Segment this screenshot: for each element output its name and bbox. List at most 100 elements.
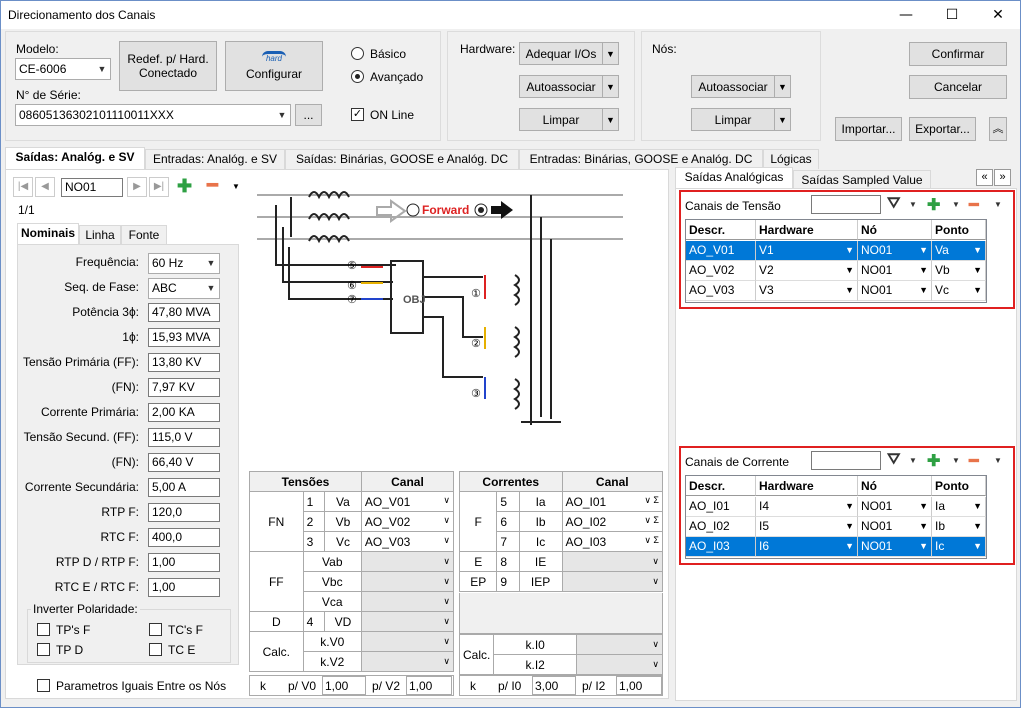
adequar-button[interactable]: Adequar I/Os ▼ [519,42,619,65]
table-cell[interactable]: NO01 ▼ [858,241,932,261]
column-header[interactable]: Hardware [756,476,858,496]
autoassociar-hw-button[interactable]: Autoassociar ▼ [519,75,619,98]
param-input[interactable]: 15,93 MVA [148,328,220,347]
table-cell[interactable]: AO_V01 [686,241,756,261]
param-input[interactable]: ABC ▼ [148,278,220,299]
tensao-filter-input[interactable] [811,195,881,214]
tab-entradas-analog[interactable]: Entradas: Analóg. e SV [145,149,285,169]
collapse-up-icon[interactable]: ︽ [989,117,1007,141]
table-cell[interactable]: NO01 ▼ [858,497,932,517]
chevron-down-icon[interactable]: ▼ [994,456,1002,465]
vbc-channel-select[interactable]: ∨ [360,571,455,592]
subtab-fonte[interactable]: Fonte [121,225,167,245]
confirmar-button[interactable]: Confirmar [909,42,1007,66]
reverse-radio[interactable] [406,203,420,217]
ia-channel-select[interactable]: AO_I01 ∨ Σ [561,491,664,512]
tab-logicas[interactable]: Lógicas [763,149,819,169]
remove-node-icon[interactable]: ━ [207,175,218,196]
chevron-down-icon[interactable]: ▼ [994,200,1002,209]
limpar-hw-button[interactable]: Limpar ▼ [519,108,619,131]
table-cell[interactable]: Vb ▼ [932,261,986,281]
limpar-nos-button[interactable]: Limpar ▼ [691,108,791,131]
scroll-left-icon[interactable]: « [976,169,993,186]
table-cell[interactable]: AO_V03 [686,281,756,301]
column-header[interactable]: Descr. [686,476,756,496]
vb-channel-select[interactable]: AO_V02 ∨ [360,511,455,532]
subtab-nominais[interactable]: Nominais [17,223,79,245]
modelo-select[interactable]: CE-6006 ▼ [15,58,111,80]
iep-channel-select[interactable]: ∨ [561,571,664,592]
table-cell[interactable]: Va ▼ [932,241,986,261]
chevron-down-icon[interactable]: ▼ [909,456,917,465]
tab-sampled-value[interactable]: Saídas Sampled Value [793,170,931,190]
next-icon[interactable]: ▶ [127,177,147,197]
column-header[interactable]: Nó [858,476,932,496]
corrente-filter-input[interactable] [811,451,881,470]
table-cell[interactable]: I5 ▼ [756,517,858,537]
exportar-button[interactable]: Exportar... [909,117,976,141]
param-input[interactable]: 115,0 V [148,428,220,447]
tab-saidas-binarias[interactable]: Saídas: Binárias, GOOSE e Analóg. DC [285,149,519,169]
kv2-channel-select[interactable]: ∨ [360,651,455,672]
column-header[interactable]: Ponto [932,476,986,496]
table-cell[interactable]: AO_I02 [686,517,756,537]
table-cell[interactable]: NO01 ▼ [858,517,932,537]
avancado-radio[interactable] [351,70,364,83]
column-header[interactable]: Descr. [686,220,756,240]
ki2-channel-select[interactable]: ∨ [576,654,663,675]
table-cell[interactable]: V1 ▼ [756,241,858,261]
table-cell[interactable]: V2 ▼ [756,261,858,281]
node-input[interactable]: NO01 [61,178,123,197]
chevron-down-icon[interactable]: ▼ [232,182,240,191]
iguais-checkbox[interactable] [37,679,50,692]
param-input[interactable]: 2,00 KA [148,403,220,422]
tce-checkbox[interactable] [149,643,162,656]
param-input[interactable]: 7,97 KV [148,378,220,397]
table-cell[interactable]: Vc ▼ [932,281,986,301]
cancelar-button[interactable]: Cancelar [909,75,1007,99]
prev-icon[interactable]: ◀ [35,177,55,197]
tab-saidas-analog[interactable]: Saídas: Analóg. e SV [5,147,145,169]
tab-entradas-binarias[interactable]: Entradas: Binárias, GOOSE e Analóg. DC [519,149,763,169]
column-header[interactable]: Ponto [932,220,986,240]
ie-channel-select[interactable]: ∨ [561,551,664,572]
tpf-checkbox[interactable] [37,623,50,636]
table-cell[interactable]: NO01 ▼ [858,281,932,301]
chevron-down-icon[interactable]: ▼ [909,200,917,209]
table-cell[interactable]: Ib ▼ [932,517,986,537]
table-cell[interactable]: Ic ▼ [932,537,986,557]
param-input[interactable]: 47,80 MVA [148,303,220,322]
vd-channel-select[interactable]: ∨ [360,611,455,632]
maximize-button[interactable]: ☐ [929,1,975,29]
ic-channel-select[interactable]: AO_I03 ∨ Σ [561,531,664,552]
param-input[interactable]: 13,80 KV [148,353,220,372]
first-icon[interactable]: |◀ [13,177,33,197]
last-icon[interactable]: ▶| [149,177,169,197]
serie-browse-button[interactable]: ... [295,104,322,126]
add-node-icon[interactable]: ✚ [177,176,192,197]
param-input[interactable]: 120,0 [148,503,220,522]
chevron-down-icon[interactable]: ▼ [952,200,960,209]
table-cell[interactable]: Ia ▼ [932,497,986,517]
add-icon[interactable]: ✚ [927,451,940,471]
ki0-input[interactable]: 3,00 [532,676,576,695]
column-header[interactable]: Nó [858,220,932,240]
add-icon[interactable]: ✚ [927,195,940,215]
kv0-channel-select[interactable]: ∨ [360,631,455,652]
tpd-checkbox[interactable] [37,643,50,656]
tab-saidas-analogicas[interactable]: Saídas Analógicas [675,167,793,189]
table-cell[interactable]: NO01 ▼ [858,537,932,557]
basico-radio[interactable] [351,47,364,60]
table-cell[interactable]: V3 ▼ [756,281,858,301]
serie-select[interactable]: 08605136302101110011XXX ▼ [15,104,291,126]
ki2-input[interactable]: 1,00 [616,676,662,695]
table-cell[interactable]: AO_I03 [686,537,756,557]
table-cell[interactable]: I6 ▼ [756,537,858,557]
subtab-linha[interactable]: Linha [79,225,121,245]
vab-channel-select[interactable]: ∨ [360,551,455,572]
table-cell[interactable]: AO_I01 [686,497,756,517]
importar-button[interactable]: Importar... [835,117,902,141]
tcf-checkbox[interactable] [149,623,162,636]
kv2-input[interactable]: 1,00 [406,676,452,695]
table-cell[interactable]: I4 ▼ [756,497,858,517]
